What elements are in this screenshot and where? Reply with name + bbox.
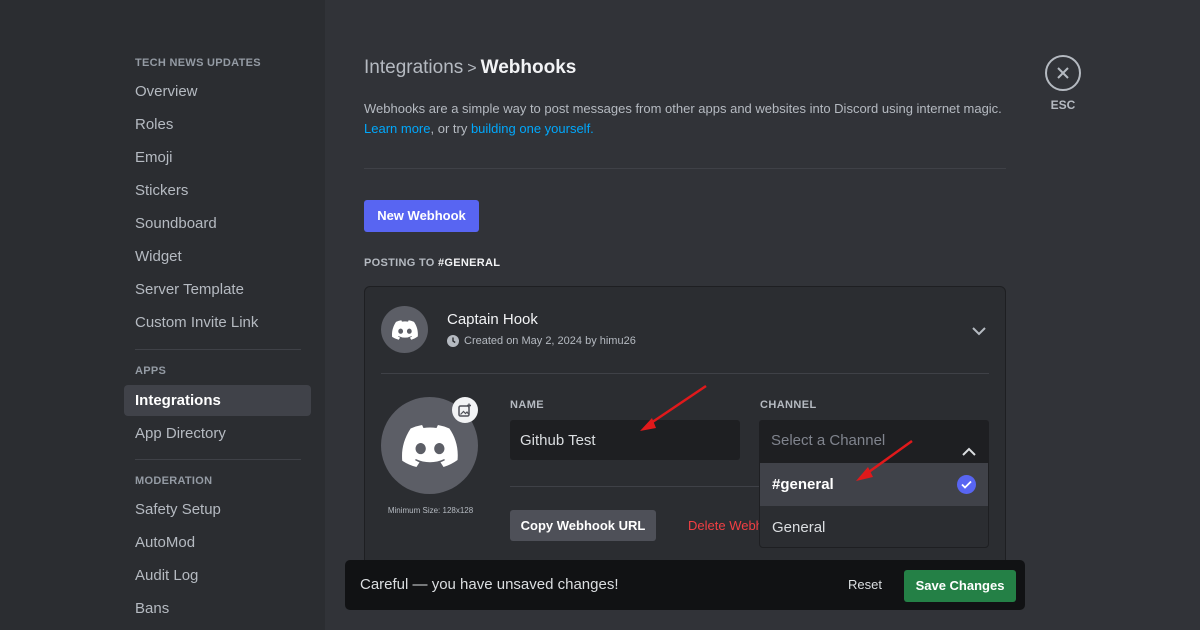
posting-to-channel: #GENERAL (438, 257, 501, 269)
webhook-created-text: Created on May 2, 2024 by himu26 (464, 335, 636, 347)
moderation-section-header: MODERATION (135, 475, 213, 487)
add-image-icon[interactable] (452, 397, 478, 423)
copy-webhook-url-button[interactable]: Copy Webhook URL (510, 510, 656, 541)
breadcrumb: Integrations > Webhooks (364, 57, 576, 79)
or-try-text: , or try (430, 121, 471, 136)
sidebar-item-roles[interactable]: Roles (124, 109, 311, 140)
card-divider (381, 373, 989, 374)
sidebar-divider (135, 459, 301, 460)
unsaved-message: Careful — you have unsaved changes! (360, 576, 619, 593)
section-divider (364, 168, 1006, 169)
close-icon (1057, 67, 1069, 79)
page-title: Webhooks (480, 57, 577, 78)
page-description: Webhooks are a simple way to post messag… (364, 99, 1014, 139)
clock-icon (447, 335, 459, 347)
sidebar-item-widget[interactable]: Widget (124, 241, 311, 272)
channel-field-label: CHANNEL (760, 399, 817, 411)
posting-to-prefix: POSTING TO (364, 257, 438, 269)
channel-option-general-text[interactable]: #general (760, 463, 988, 506)
new-webhook-button[interactable]: New Webhook (364, 200, 479, 232)
channel-select[interactable]: Select a Channel (759, 420, 989, 462)
collapse-chevron-icon[interactable] (971, 323, 987, 341)
close-settings-button[interactable] (1045, 55, 1081, 91)
channel-option-general-category[interactable]: General (760, 506, 988, 547)
webhook-name-input[interactable] (510, 420, 740, 460)
webhook-created-meta: Created on May 2, 2024 by himu26 (447, 335, 636, 347)
sidebar-item-integrations[interactable]: Integrations (124, 385, 311, 416)
sidebar-item-custom-invite-link[interactable]: Custom Invite Link (124, 307, 311, 338)
reset-button[interactable]: Reset (848, 577, 882, 592)
server-name-header: TECH NEWS UPDATES (135, 57, 261, 69)
sidebar-divider (135, 349, 301, 350)
settings-sidebar: TECH NEWS UPDATES Overview Roles Emoji S… (0, 0, 325, 630)
option-label: #general (772, 476, 834, 493)
checkmark-icon (957, 475, 976, 494)
sidebar-item-automod[interactable]: AutoMod (124, 527, 311, 558)
description-text: Webhooks are a simple way to post messag… (364, 101, 1002, 116)
delete-webhook-button[interactable]: Delete Webh (688, 518, 763, 533)
min-size-hint: Minimum Size: 128x128 (387, 506, 474, 515)
webhook-name-title: Captain Hook (447, 311, 538, 328)
name-field-label: NAME (510, 399, 544, 411)
discord-logo-icon (401, 424, 458, 467)
sidebar-item-emoji[interactable]: Emoji (124, 142, 311, 173)
unsaved-changes-bar: Careful — you have unsaved changes! Rese… (345, 560, 1025, 610)
apps-section-header: APPS (135, 365, 167, 377)
build-one-yourself-link[interactable]: building one yourself. (471, 121, 594, 136)
sidebar-item-audit-log[interactable]: Audit Log (124, 560, 311, 591)
sidebar-item-server-template[interactable]: Server Template (124, 274, 311, 305)
sidebar-item-app-directory[interactable]: App Directory (124, 418, 311, 449)
esc-label: ESC (1050, 98, 1076, 112)
sidebar-item-overview[interactable]: Overview (124, 76, 311, 107)
sidebar-item-safety-setup[interactable]: Safety Setup (124, 494, 311, 525)
webhook-avatar (381, 306, 428, 353)
breadcrumb-integrations[interactable]: Integrations (364, 57, 463, 78)
breadcrumb-separator: > (467, 60, 477, 77)
sidebar-item-stickers[interactable]: Stickers (124, 175, 311, 206)
discord-logo-icon (391, 319, 418, 340)
channel-select-placeholder: Select a Channel (771, 432, 886, 449)
learn-more-link[interactable]: Learn more (364, 121, 430, 136)
sidebar-item-soundboard[interactable]: Soundboard (124, 208, 311, 239)
save-changes-button[interactable]: Save Changes (904, 570, 1016, 602)
sidebar-item-bans[interactable]: Bans (124, 593, 311, 624)
posting-to-label: POSTING TO #GENERAL (364, 257, 500, 269)
channel-options-list: #general General (759, 462, 989, 548)
option-label: General (772, 519, 826, 536)
